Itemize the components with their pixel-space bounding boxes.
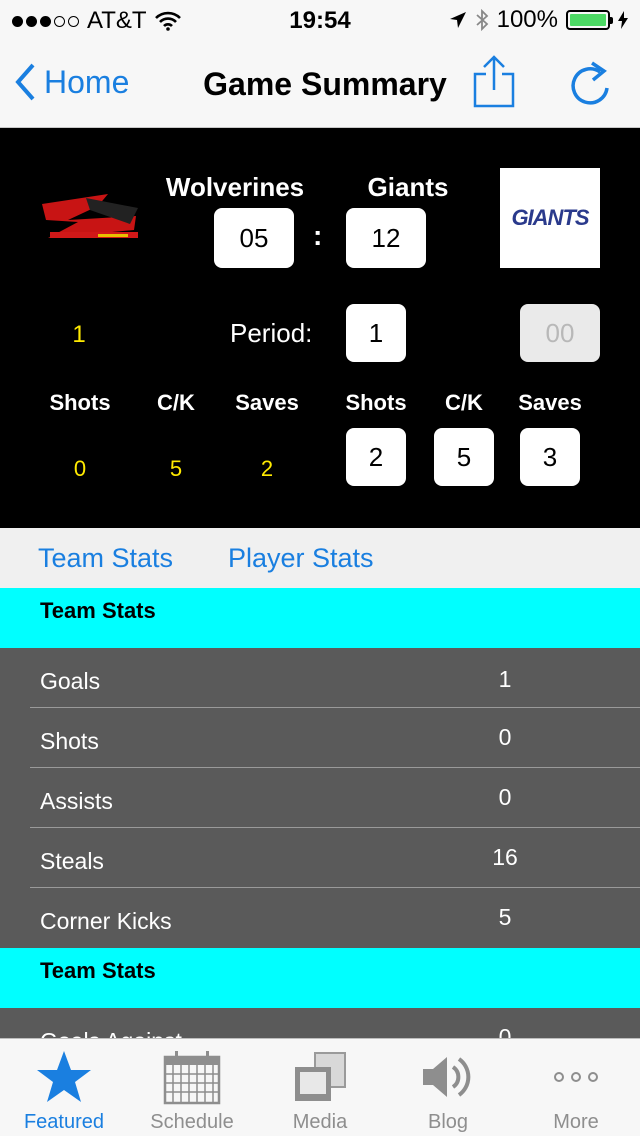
share-icon[interactable]	[470, 54, 518, 110]
battery-icon	[566, 10, 613, 30]
charging-icon	[618, 11, 628, 29]
clock-box[interactable]: 00	[520, 304, 600, 362]
away-saves-box[interactable]: 3	[520, 428, 580, 486]
away-shots-box[interactable]: 2	[346, 428, 406, 486]
stat-row-steals[interactable]: Steals 16	[0, 828, 640, 888]
home-score-box[interactable]: 05	[214, 208, 294, 268]
section-header: Team Stats	[0, 588, 640, 648]
stat-label: Corner Kicks	[40, 908, 172, 934]
stat-value: 0	[498, 724, 512, 750]
battery-percent: 100%	[496, 6, 558, 33]
section-header-label: Team Stats	[40, 598, 156, 623]
stat-row-shots[interactable]: Shots 0	[0, 708, 640, 768]
stat-row-goals[interactable]: Goals 1	[0, 648, 640, 708]
navigation-bar: Home Game Summary	[0, 40, 640, 128]
stat-label: Steals	[40, 848, 104, 874]
score-separator: :	[313, 220, 323, 251]
tab-media[interactable]: Media	[256, 1039, 384, 1136]
section-header: Team Stats	[0, 948, 640, 1008]
tab-bar: Featured Schedule Media Blog More	[0, 1038, 640, 1136]
location-arrow-icon	[449, 12, 466, 28]
status-right: 100%	[449, 6, 628, 34]
stat-row-corner-kicks[interactable]: Corner Kicks 5	[0, 888, 640, 948]
tab-player-stats[interactable]: Player Stats	[228, 543, 374, 574]
stat-value: 0	[498, 784, 512, 810]
refresh-icon[interactable]	[566, 58, 614, 110]
tab-team-stats[interactable]: Team Stats	[38, 543, 173, 574]
calendar-icon	[163, 1051, 221, 1105]
section-header-label: Team Stats	[40, 958, 156, 983]
away-saves-label: Saves	[518, 390, 582, 415]
tab-label: Media	[292, 1111, 348, 1133]
stat-value: 1	[498, 666, 512, 692]
tab-label: Featured	[23, 1111, 105, 1133]
away-score-box[interactable]: 12	[346, 208, 426, 268]
stats-tab-bar: Team Stats Player Stats	[0, 528, 640, 588]
giants-logo: GIANTS	[500, 168, 600, 268]
wolverines-logo	[42, 194, 138, 238]
home-ck-value: 5	[169, 456, 183, 481]
away-team-name: Giants	[367, 172, 449, 202]
bluetooth-icon	[476, 9, 488, 31]
away-ck-label: C/K	[445, 390, 483, 415]
period-label: Period:	[230, 318, 313, 348]
stat-label: Goals	[40, 668, 101, 694]
stat-value: 5	[498, 904, 512, 930]
tab-label: More	[553, 1111, 599, 1133]
tab-more[interactable]: More	[512, 1039, 640, 1136]
tab-label: Schedule	[150, 1111, 234, 1133]
home-saves-label: Saves	[235, 390, 299, 415]
stat-value: 16	[492, 844, 518, 870]
home-ck-label: C/K	[157, 390, 195, 415]
period-box[interactable]: 1	[346, 304, 406, 362]
scoreboard: Wolverines Giants GIANTS 05 : 12 1 Perio…	[0, 128, 640, 528]
home-team-name: Wolverines	[165, 172, 305, 202]
star-icon	[37, 1051, 91, 1102]
tab-blog[interactable]: Blog	[384, 1039, 512, 1136]
home-period-value: 1	[72, 321, 86, 348]
away-ck-box[interactable]: 5	[434, 428, 494, 486]
home-saves-value: 2	[260, 456, 274, 481]
more-icon	[554, 1072, 598, 1082]
home-shots-value: 0	[73, 456, 87, 481]
giants-logo-text: GIANTS	[511, 205, 589, 230]
tab-label: Blog	[427, 1111, 469, 1133]
speaker-icon	[423, 1057, 471, 1097]
tab-schedule[interactable]: Schedule	[128, 1039, 256, 1136]
away-shots-label: Shots	[345, 390, 407, 415]
status-bar: AT&T 19:54 100%	[0, 0, 640, 40]
stat-label: Assists	[40, 788, 113, 814]
media-icon	[295, 1052, 346, 1101]
home-shots-label: Shots	[49, 390, 111, 415]
tab-featured[interactable]: Featured	[0, 1039, 128, 1136]
stat-row-assists[interactable]: Assists 0	[0, 768, 640, 828]
page-title: Game Summary	[203, 66, 447, 102]
stat-label: Shots	[40, 728, 99, 754]
